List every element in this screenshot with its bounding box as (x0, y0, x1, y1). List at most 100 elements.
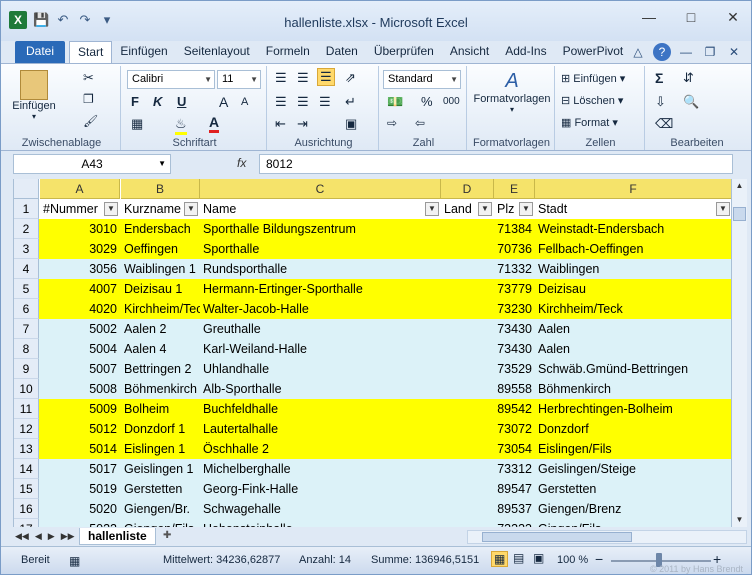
number-format-select[interactable]: Standard ▼ (383, 70, 461, 89)
table-cell[interactable]: Fellbach-Oeffingen (535, 239, 731, 259)
tab-ueberpruefen[interactable]: Überprüfen (366, 41, 442, 63)
bold-button[interactable]: F (131, 94, 139, 109)
table-cell[interactable]: 73779 (494, 279, 535, 299)
row-number[interactable]: 15 (14, 479, 39, 499)
align-left-icon[interactable]: ☰ (275, 94, 287, 110)
row-number[interactable]: 14 (14, 459, 39, 479)
hscroll-thumb[interactable] (482, 532, 632, 542)
row-number[interactable]: 6 (14, 299, 39, 319)
minimize-ribbon-icon[interactable]: △ (629, 43, 647, 61)
table-cell[interactable]: Sporthalle (200, 239, 441, 259)
increase-indent-icon[interactable]: ⇥ (297, 116, 308, 132)
align-bottom-icon[interactable]: ☰ (317, 68, 335, 86)
tab-add-ins[interactable]: Add-Ins (497, 41, 554, 63)
table-cell[interactable] (441, 499, 494, 519)
table-cell[interactable]: 5004 (40, 339, 120, 359)
table-cell[interactable]: Deizisau 1 (121, 279, 200, 299)
table-cell[interactable]: 73230 (494, 299, 535, 319)
row-number[interactable]: 4 (14, 259, 39, 279)
table-cell[interactable]: Schwäb.Gmünd-Bettringen (535, 359, 731, 379)
table-cell[interactable]: 89537 (494, 499, 535, 519)
table-cell[interactable]: 5020 (40, 499, 120, 519)
table-cell[interactable]: Gerstetten (121, 479, 200, 499)
table-cell[interactable]: Bettringen 2 (121, 359, 200, 379)
column-header-a[interactable]: A (40, 179, 120, 199)
table-cell[interactable]: Böhmenkirch (121, 379, 200, 399)
column-title[interactable]: Name (200, 199, 441, 219)
table-cell[interactable]: Giengen/Brenz (535, 499, 731, 519)
align-top-icon[interactable]: ☰ (275, 70, 287, 86)
underline-button[interactable]: U (177, 94, 186, 109)
table-cell[interactable]: 73312 (494, 459, 535, 479)
spreadsheet-grid[interactable]: A B C D E F 1 #Nummer ▼ Kurzname ▼ Name ▼ Land ▼ Plz ▼ St… (13, 179, 731, 527)
table-cell[interactable]: 3010 (40, 219, 120, 239)
font-color-icon[interactable]: A (209, 114, 220, 133)
table-cell[interactable]: 89542 (494, 399, 535, 419)
table-cell[interactable]: Bolheim (121, 399, 200, 419)
table-cell[interactable]: Waiblingen (535, 259, 731, 279)
decrease-indent-icon[interactable]: ⇤ (275, 116, 286, 132)
cut-icon[interactable]: ✂ (83, 70, 94, 86)
column-title[interactable]: Stadt (535, 199, 731, 219)
table-cell[interactable]: Aalen (535, 319, 731, 339)
table-cell[interactable] (441, 519, 494, 527)
tab-einfuegen[interactable]: Einfügen (112, 41, 175, 63)
table-cell[interactable]: 5008 (40, 379, 120, 399)
tab-datei[interactable]: Datei (15, 41, 65, 63)
table-cell[interactable] (441, 279, 494, 299)
grow-font-button[interactable]: A (219, 94, 228, 110)
table-cell[interactable]: Böhmenkirch (535, 379, 731, 399)
filter-dropdown-icon[interactable]: ▼ (519, 202, 533, 216)
zoom-out-button[interactable]: − (595, 551, 603, 567)
formula-input[interactable]: 8012 (259, 154, 733, 174)
tab-ansicht[interactable]: Ansicht (442, 41, 497, 63)
table-cell[interactable]: 5019 (40, 479, 120, 499)
normal-view-icon[interactable]: ▦ (491, 551, 509, 567)
table-cell[interactable] (441, 479, 494, 499)
table-cell[interactable]: 73333 (494, 519, 535, 527)
tab-start[interactable]: Start (69, 41, 113, 63)
table-cell[interactable]: Walter-Jacob-Halle (200, 299, 441, 319)
workbook-minimize-icon[interactable]: — (677, 43, 695, 61)
table-cell[interactable]: Lautertalhalle (200, 419, 441, 439)
table-cell[interactable]: Weinstadt-Endersbach (535, 219, 731, 239)
column-header-e[interactable]: E (494, 179, 535, 199)
decrease-decimal-icon[interactable]: ⇦ (415, 116, 425, 130)
filter-dropdown-icon[interactable]: ▼ (716, 202, 730, 216)
row-number[interactable]: 13 (14, 439, 39, 459)
page-layout-view-icon[interactable]: ▤ (513, 551, 524, 565)
table-cell[interactable]: Kirchheim/Teck (121, 299, 200, 319)
table-cell[interactable]: 89558 (494, 379, 535, 399)
table-cell[interactable]: Öschhalle 2 (200, 439, 441, 459)
table-cell[interactable]: Aalen 2 (121, 319, 200, 339)
zoom-level[interactable]: 100 % (557, 554, 588, 566)
table-cell[interactable]: 5007 (40, 359, 120, 379)
shrink-font-button[interactable]: A (241, 96, 248, 108)
delete-cells-button[interactable]: ⊟ Löschen ▾ (561, 94, 623, 107)
format-painter-icon[interactable]: 🖌 (83, 114, 98, 128)
table-cell[interactable]: 73529 (494, 359, 535, 379)
table-cell[interactable]: 71332 (494, 259, 535, 279)
close-icon[interactable]: ✕ (721, 9, 745, 26)
italic-button[interactable]: K (153, 94, 162, 109)
sheet-tab-hallenliste[interactable]: hallenliste (79, 528, 156, 545)
table-cell[interactable]: Hohensteinhalle (200, 519, 441, 527)
table-cell[interactable]: Georg-Fink-Halle (200, 479, 441, 499)
minimize-icon[interactable]: — (637, 9, 661, 26)
row-number[interactable]: 8 (14, 339, 39, 359)
scroll-up-icon[interactable]: ▲ (732, 179, 747, 193)
align-middle-icon[interactable]: ☰ (297, 70, 309, 86)
tab-daten[interactable]: Daten (318, 41, 366, 63)
table-cell[interactable]: Deizisau (535, 279, 731, 299)
clear-icon[interactable]: ⌫ (655, 116, 673, 132)
workbook-restore-icon[interactable]: ❐ (701, 43, 719, 61)
copy-icon[interactable]: ❐ (83, 92, 94, 106)
sort-filter-icon[interactable]: ⇵ (683, 70, 694, 86)
fill-icon[interactable]: ⇩ (655, 94, 666, 110)
table-cell[interactable]: Karl-Weiland-Halle (200, 339, 441, 359)
row-number[interactable]: 10 (14, 379, 39, 399)
table-cell[interactable]: Endersbach (121, 219, 200, 239)
percent-button[interactable]: % (421, 94, 433, 109)
table-cell[interactable]: Herbrechtingen-Bolheim (535, 399, 731, 419)
table-cell[interactable] (441, 259, 494, 279)
